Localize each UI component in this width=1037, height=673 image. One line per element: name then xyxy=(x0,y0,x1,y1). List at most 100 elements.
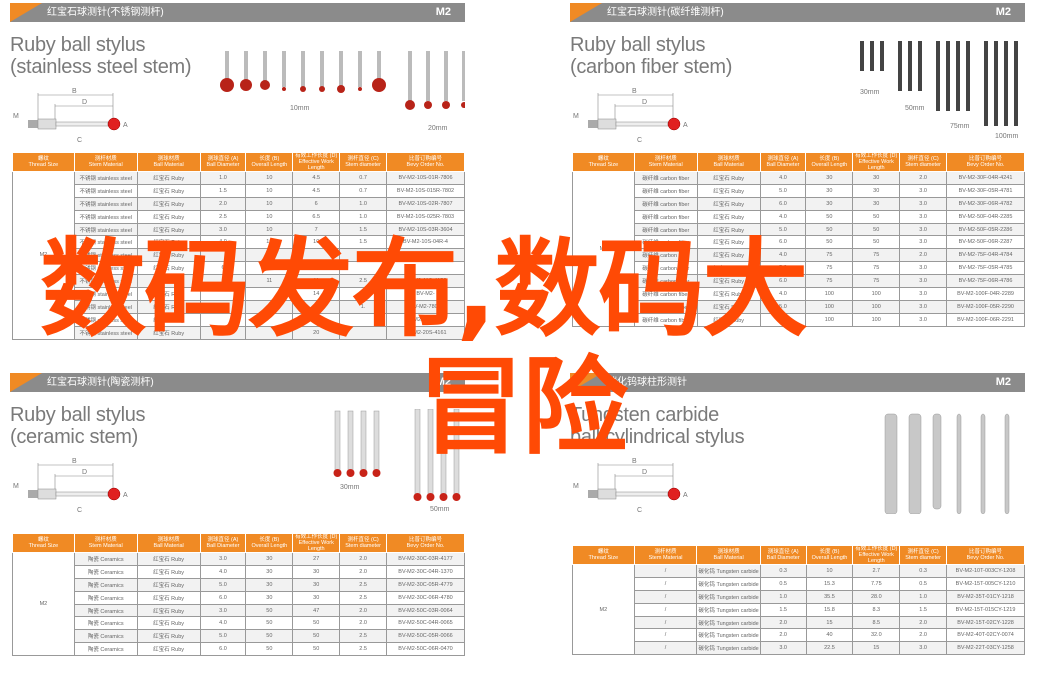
table-cell: 6.0 xyxy=(199,590,247,605)
table-cell: 2.5 xyxy=(199,209,247,224)
category-title: 红宝石球测针(碳纤维测杆) xyxy=(607,7,724,18)
category-title: 红宝石球测针(不锈钢测杆) xyxy=(47,7,164,18)
table-cell: 2.0 xyxy=(899,248,948,263)
table-cell: BV-M2-100F-06R-2291 xyxy=(946,312,1025,327)
column-header: 测杆直径 (C) Stem diameter xyxy=(899,545,948,565)
table-cell: 红宝石 Ruby xyxy=(136,196,201,211)
table-cell: 30 xyxy=(245,552,294,566)
table-cell: 碳化钨 Tungsten carbide xyxy=(696,576,761,591)
table-cell: 陶瓷 Ceramics xyxy=(73,564,138,579)
table-cell: 10 xyxy=(805,564,854,578)
table-cell: 红宝石 Ruby xyxy=(696,171,761,185)
table-cell: 50 xyxy=(245,629,294,644)
overlay-text-line2: 冒险 xyxy=(418,346,628,469)
table-cell: 2.0 xyxy=(899,171,948,185)
table-cell: 不锈钢 stainless steel xyxy=(73,183,138,198)
table-cell: 2.0 xyxy=(199,196,247,211)
table-cell: 10 xyxy=(245,196,294,211)
column-header: 测球材质 Ball Material xyxy=(136,533,201,553)
table-cell: 75 xyxy=(852,261,901,276)
table-cell: / xyxy=(633,564,698,578)
svg-text:C: C xyxy=(637,137,642,144)
column-header: 有效工作长度 (D) Effective Work Length xyxy=(292,533,341,553)
table-cell: 3.0 xyxy=(899,196,948,211)
table-cell: 6.0 xyxy=(199,642,247,657)
length-caption: 30mm xyxy=(860,89,880,96)
length-caption: 50mm xyxy=(430,506,450,513)
table-cell: 3.0 xyxy=(759,641,807,656)
table-cell: 3.0 xyxy=(199,552,247,566)
table-cell: 1.0 xyxy=(339,196,388,211)
length-caption: 100mm xyxy=(995,133,1019,140)
table-cell: BV-M2-50C-03R-0064 xyxy=(386,603,465,618)
table-cell: 6 xyxy=(292,196,341,211)
table-cell: 15.3 xyxy=(805,576,854,591)
table-cell: 30 xyxy=(245,590,294,605)
table-cell: 1.5 xyxy=(899,602,948,617)
table-cell: 红宝石 Ruby xyxy=(136,171,201,185)
product-images xyxy=(775,409,1025,515)
table-cell: 2.0 xyxy=(899,615,948,630)
svg-text:B: B xyxy=(632,458,637,465)
length-caption: 50mm xyxy=(905,105,925,112)
table-cell: 陶瓷 Ceramics xyxy=(73,629,138,644)
table-cell: 75 xyxy=(805,261,854,276)
table-cell: 32.0 xyxy=(852,628,901,643)
table-cell: 15.8 xyxy=(805,602,854,617)
column-header: 有效工作长度 (D) Effective Work Length xyxy=(292,152,341,172)
table-cell: 30 xyxy=(852,183,901,198)
table-cell: BV-M2-10T-003CY-1208 xyxy=(946,564,1025,578)
table-row: 陶瓷 Ceramics 红宝石 Ruby 4.0 50 50 2.0 BV-M2-50C-0… xyxy=(13,616,465,631)
table-cell: BV-M2-22T-03CY-1258 xyxy=(946,641,1025,656)
spec-table: 螺纹 Thread Size 测杆材质 Stem Material 测球材质 Bal… xyxy=(572,545,1025,656)
table-cell: 6.0 xyxy=(759,196,807,211)
column-header: 测杆材质 Stem Material xyxy=(73,152,138,172)
table-cell: 30 xyxy=(292,564,341,579)
product-panel: 红宝石球测针(陶瓷测杆) M2 Ruby ball stylus (ceramic s… xyxy=(10,373,465,673)
table-cell: 8.5 xyxy=(852,615,901,630)
table-cell: 2.0 xyxy=(339,603,388,618)
column-header: 测杆直径 (C) Stem diameter xyxy=(339,533,388,553)
table-cell: 3.0 xyxy=(899,222,948,237)
table-cell: 3.0 xyxy=(899,312,948,327)
table-cell: 50 xyxy=(852,209,901,224)
table-row: M2/碳化钨 Tungsten carbide 0.3 10 2.7 0.3 BV-M2-… xyxy=(572,563,1025,656)
table-row: 陶瓷 Ceramics 红宝石 Ruby 5.0 50 50 2.5 BV-M2-50C-0… xyxy=(13,629,465,644)
svg-text:M: M xyxy=(13,483,19,490)
table-row: 不锈钢 stainless steel 红宝石 Ruby 1.5 10 4.5 0.7 BV… xyxy=(13,183,465,198)
table-cell: BV-M2-50C-04R-0065 xyxy=(386,616,465,631)
table-cell: 30 xyxy=(805,196,854,211)
category-header-bar: 碳化钨球柱形测针 M2 xyxy=(570,373,1025,392)
table-cell: 50 xyxy=(245,616,294,631)
table-row: / 碳化钨 Tungsten carbide 2.0 15 8.5 2.0 BV-M2-15… xyxy=(573,615,1025,630)
column-header: 比普订购编号 Bevy Order No. xyxy=(386,533,465,553)
table-cell: 100 xyxy=(852,312,901,327)
table-cell: 2.0 xyxy=(759,628,807,643)
table-row: 碳纤维 carbon fiber 红宝石 Ruby 6.0 30 30 3.0 BV-M2-… xyxy=(573,196,1025,211)
svg-text:D: D xyxy=(82,99,87,106)
product-images: 30mm 50mm 75mm 100mm xyxy=(775,39,1025,140)
table-header-row: 螺纹 Thread Size 测杆材质 Stem Material 测球材质 Bal… xyxy=(572,152,1025,172)
table-row: 陶瓷 Ceramics 红宝石 Ruby 4.0 30 30 2.0 BV-M2-30C-0… xyxy=(13,564,465,579)
spec-table: 螺纹 Thread Size 测杆材质 Stem Material 测球材质 Bal… xyxy=(12,533,465,657)
table-cell: 陶瓷 Ceramics xyxy=(73,616,138,631)
table-cell: BV-M2-10S-01R-7806 xyxy=(386,171,465,185)
table-cell: 碳化钨 Tungsten carbide xyxy=(696,589,761,604)
table-row: / 碳化钨 Tungsten carbide 1.5 15.8 8.3 1.5 BV-M2-… xyxy=(573,602,1025,617)
table-cell: BV-M2-100F-05R-2290 xyxy=(946,299,1025,314)
table-cell: 碳化钨 Tungsten carbide xyxy=(696,641,761,656)
svg-text:A: A xyxy=(123,122,128,129)
column-header: 长度 (B) Overall Length xyxy=(805,545,854,565)
table-cell: 2.5 xyxy=(339,642,388,657)
table-cell: 红宝石 Ruby xyxy=(136,552,201,566)
table-row: 碳纤维 carbon fiber 红宝石 Ruby 4.0 50 50 3.0 BV-M2-… xyxy=(573,209,1025,224)
column-header: 测球直径 (A) Ball Diameter xyxy=(759,545,807,565)
table-cell: BV-M2-50F-06R-2287 xyxy=(946,235,1025,250)
column-header: 比普订购编号 Bevy Order No. xyxy=(386,152,465,172)
table-cell: 0.7 xyxy=(339,183,388,198)
table-cell: 2.0 xyxy=(899,628,948,643)
table-cell: 陶瓷 Ceramics xyxy=(73,642,138,657)
category-header-bar: 红宝石球测针(碳纤维测杆) M2 xyxy=(570,3,1025,22)
table-cell: BV-M2-30F-06R-4782 xyxy=(946,196,1025,211)
table-cell: 红宝石 Ruby xyxy=(696,183,761,198)
